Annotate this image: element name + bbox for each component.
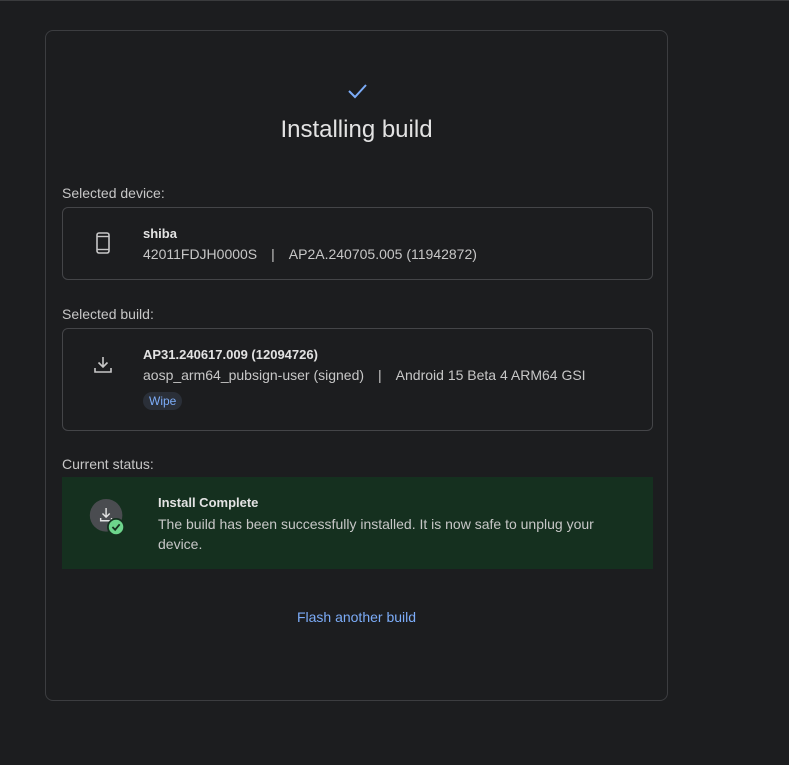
status-message: The build has been successfully installe… — [158, 516, 594, 552]
device-build: AP2A.240705.005 (11942872) — [288, 246, 477, 262]
device-serial: 42011FDJH0000S — [143, 246, 258, 262]
phone-icon — [96, 232, 110, 254]
device-separator: | — [271, 246, 275, 262]
build-target: aosp_arm64_pubsign-user (signed) — [143, 367, 365, 383]
current-status-label: Current status: — [62, 456, 154, 472]
selected-device-box: shiba 42011FDJH0000S | AP2A.240705.005 (11… — [62, 207, 653, 280]
download-icon — [94, 357, 112, 373]
selected-device-label: Selected device: — [62, 185, 165, 201]
device-details: 42011FDJH0000S | AP2A.240705.005 (11942872… — [143, 246, 477, 262]
build-details: aosp_arm64_pubsign-user (signed) | Android… — [143, 367, 586, 383]
build-separator: | — [378, 367, 382, 383]
install-card: Installing build Selected device: shiba … — [45, 30, 668, 701]
status-title: Install Complete — [158, 495, 259, 510]
flash-another-build-button[interactable]: Flash another build — [46, 609, 667, 625]
selected-build-box: AP31.240617.009 (12094726) aosp_arm64_pu… — [62, 328, 653, 431]
build-description: Android 15 Beta 4 ARM64 GSI — [395, 367, 586, 383]
install-complete-icon — [89, 499, 126, 537]
window-top-border — [0, 0, 789, 1]
check-icon — [348, 84, 367, 99]
status-panel: Install Complete The build has been succ… — [62, 477, 653, 569]
page-title: Installing build — [280, 116, 433, 143]
wipe-chip: Wipe — [143, 392, 183, 410]
device-name: shiba — [143, 226, 177, 241]
build-id: AP31.240617.009 (12094726) — [143, 347, 318, 362]
selected-build-label: Selected build: — [62, 306, 154, 322]
